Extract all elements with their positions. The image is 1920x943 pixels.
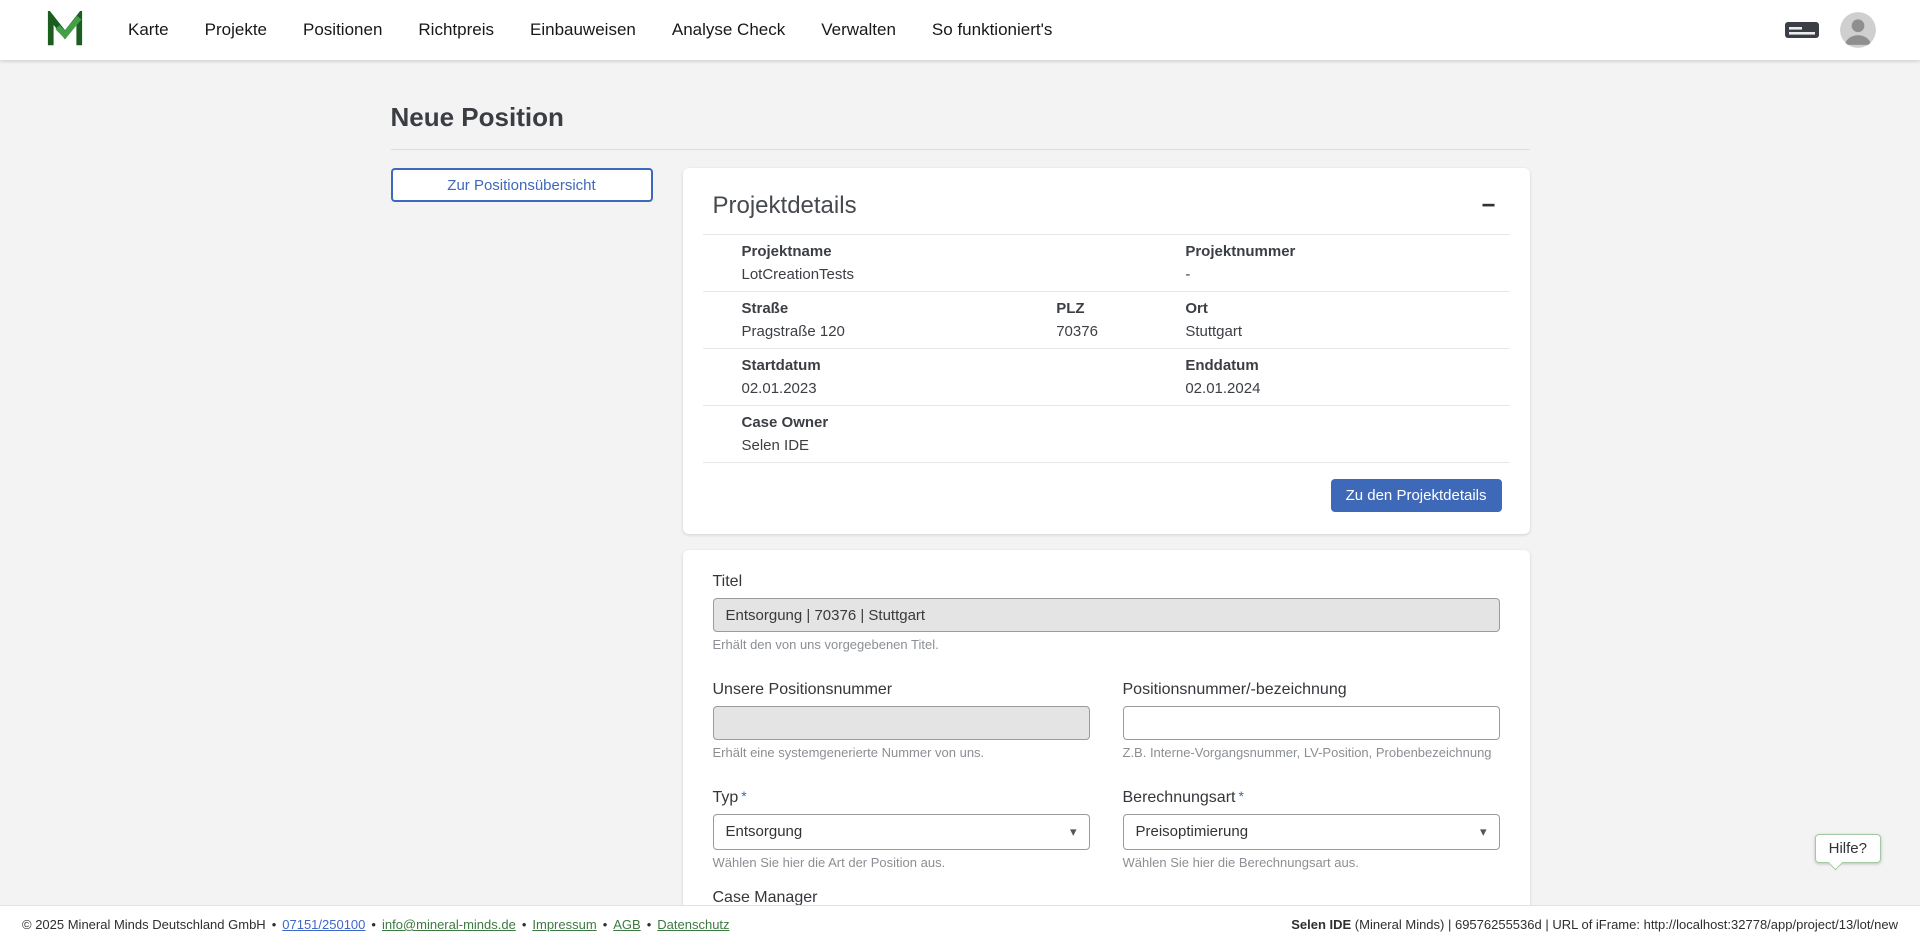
- nav-item-analyse-check[interactable]: Analyse Check: [672, 0, 785, 60]
- page-title: Neue Position: [391, 102, 1530, 150]
- mineral-minds-logo-icon: [46, 11, 84, 49]
- startdatum-value: 02.01.2023: [742, 379, 1147, 399]
- typ-selected-value: Entsorgung: [726, 823, 803, 840]
- ort-label: Ort: [1185, 299, 1509, 319]
- case-manager-field: Case Manager: [713, 888, 1090, 905]
- berechnungsart-select[interactable]: Preisoptimierung ▾: [1123, 814, 1500, 850]
- strasse-value: Pragstraße 120: [742, 322, 1018, 342]
- positions-overview-button[interactable]: Zur Positionsübersicht: [391, 168, 653, 202]
- separator-dot: •: [371, 917, 376, 932]
- right-column: Projektdetails − Projektname LotCreation…: [683, 168, 1530, 905]
- positionsnummer-label: Positionsnummer/-bezeichnung: [1123, 680, 1500, 700]
- projektname-value: LotCreationTests: [742, 265, 1147, 285]
- required-marker: *: [1238, 788, 1243, 804]
- table-row: Case Owner Selen IDE: [703, 406, 1510, 463]
- navbar-right: [1784, 12, 1876, 48]
- positionsnummer-hint: Z.B. Interne-Vorgangsnummer, LV-Position…: [1123, 745, 1500, 762]
- typ-select[interactable]: Entsorgung ▾: [713, 814, 1090, 850]
- email-link[interactable]: info@mineral-minds.de: [382, 917, 516, 932]
- table-row: Straße Pragstraße 120 PLZ 70376 Ort Stut…: [703, 292, 1510, 349]
- impressum-link[interactable]: Impressum: [532, 917, 596, 932]
- footer: © 2025 Mineral Minds Deutschland GmbH • …: [0, 905, 1920, 943]
- titel-label: Titel: [713, 572, 1500, 592]
- navbar: Karte Projekte Positionen Richtpreis Ein…: [0, 0, 1920, 60]
- plz-value: 70376: [1056, 322, 1146, 342]
- help-button[interactable]: Hilfe?: [1815, 834, 1881, 863]
- person-icon: [1840, 12, 1876, 48]
- typ-field: Typ* Entsorgung ▾ Wählen Sie hier die Ar…: [713, 788, 1090, 872]
- project-details-card: Projektdetails − Projektname LotCreation…: [683, 168, 1530, 534]
- positionsnummer-input[interactable]: [1123, 706, 1500, 740]
- typ-hint: Wählen Sie hier die Art der Position aus…: [713, 855, 1090, 872]
- berechnungsart-label: Berechnungsart*: [1123, 788, 1500, 808]
- project-details-button[interactable]: Zu den Projektdetails: [1331, 479, 1502, 512]
- separator-dot: •: [272, 917, 277, 932]
- nav-item-richtpreis[interactable]: Richtpreis: [418, 0, 494, 60]
- nav-item-verwalten[interactable]: Verwalten: [821, 0, 896, 60]
- session-user: Selen IDE: [1291, 917, 1351, 932]
- separator-dot: •: [522, 917, 527, 932]
- project-card-title: Projektdetails: [713, 192, 857, 220]
- case-manager-label: Case Manager: [713, 888, 1090, 905]
- unsere-positionsnummer-field: Unsere Positionsnummer Erhält eine syste…: [713, 680, 1090, 762]
- titel-field: Titel Erhält den von uns vorgegebenen Ti…: [713, 572, 1500, 654]
- table-row: Projektname LotCreationTests Projektnumm…: [703, 235, 1510, 292]
- unsere-positionsnummer-input: [713, 706, 1090, 740]
- ort-value: Stuttgart: [1185, 322, 1509, 342]
- collapse-icon[interactable]: −: [1477, 194, 1499, 218]
- strasse-label: Straße: [742, 299, 1018, 319]
- project-fields-table: Projektname LotCreationTests Projektnumm…: [703, 234, 1510, 463]
- table-row: Startdatum 02.01.2023 Enddatum 02.01.202…: [703, 349, 1510, 406]
- session-info: Selen IDE (Mineral Minds) | 69576255536d…: [1291, 917, 1898, 932]
- titel-input[interactable]: [713, 598, 1500, 632]
- separator-dot: •: [647, 917, 652, 932]
- separator-dot: •: [603, 917, 608, 932]
- projektname-label: Projektname: [742, 242, 1147, 262]
- startdatum-label: Startdatum: [742, 356, 1147, 376]
- plz-label: PLZ: [1056, 299, 1146, 319]
- datenschutz-link[interactable]: Datenschutz: [657, 917, 729, 932]
- projektnummer-value: -: [1185, 265, 1509, 285]
- nav-item-projekte[interactable]: Projekte: [205, 0, 267, 60]
- copyright-text: © 2025 Mineral Minds Deutschland GmbH: [22, 917, 266, 932]
- chevron-down-icon: ▾: [1070, 824, 1077, 840]
- positionsnummer-field: Positionsnummer/-bezeichnung Z.B. Intern…: [1123, 680, 1500, 762]
- unsere-positionsnummer-label: Unsere Positionsnummer: [713, 680, 1090, 700]
- berechnungsart-selected-value: Preisoptimierung: [1136, 823, 1249, 840]
- agb-link[interactable]: AGB: [613, 917, 640, 932]
- enddatum-value: 02.01.2024: [1185, 379, 1509, 399]
- berechnungsart-field: Berechnungsart* Preisoptimierung ▾ Wähle…: [1123, 788, 1500, 872]
- chevron-down-icon: ▾: [1480, 824, 1487, 840]
- berechnungsart-hint: Wählen Sie hier die Berechnungsart aus.: [1123, 855, 1500, 872]
- titel-hint: Erhält den von uns vorgegebenen Titel.: [713, 637, 1500, 654]
- main-content: Neue Position Zur Positionsübersicht Pro…: [0, 60, 1920, 905]
- nav-item-karte[interactable]: Karte: [128, 0, 169, 60]
- main-nav: Karte Projekte Positionen Richtpreis Ein…: [128, 0, 1052, 60]
- left-column: Zur Positionsübersicht: [391, 168, 653, 202]
- phone-link[interactable]: 07151/250100: [282, 917, 365, 932]
- keyboard-icon[interactable]: [1784, 19, 1820, 41]
- user-avatar[interactable]: [1840, 12, 1876, 48]
- footer-links: © 2025 Mineral Minds Deutschland GmbH • …: [22, 917, 730, 932]
- nav-item-positionen[interactable]: Positionen: [303, 0, 382, 60]
- nav-item-einbauweisen[interactable]: Einbauweisen: [530, 0, 636, 60]
- case-owner-label: Case Owner: [742, 413, 1147, 433]
- typ-label: Typ*: [713, 788, 1090, 808]
- unsere-positionsnummer-hint: Erhält eine systemgenerierte Nummer von …: [713, 745, 1090, 762]
- projektnummer-label: Projektnummer: [1185, 242, 1509, 262]
- enddatum-label: Enddatum: [1185, 356, 1509, 376]
- nav-item-so-funktionierts[interactable]: So funktioniert's: [932, 0, 1052, 60]
- session-details: (Mineral Minds) | 69576255536d | URL of …: [1351, 917, 1898, 932]
- required-marker: *: [741, 788, 746, 804]
- new-position-form-card: Titel Erhält den von uns vorgegebenen Ti…: [683, 550, 1530, 905]
- app-logo[interactable]: [46, 11, 84, 49]
- case-owner-value: Selen IDE: [742, 436, 1147, 456]
